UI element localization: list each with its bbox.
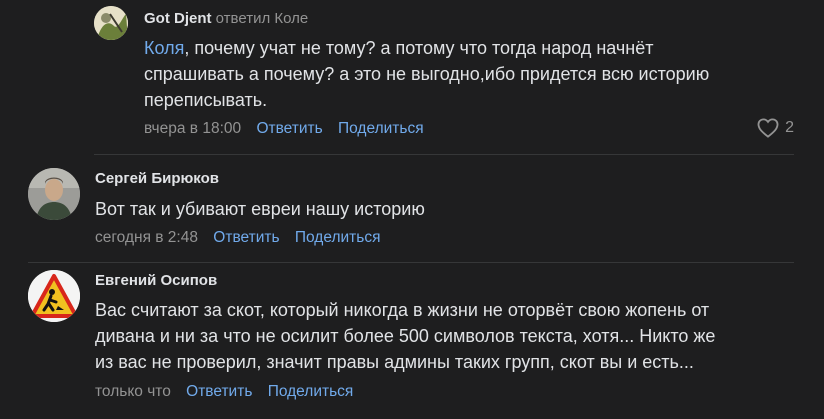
mention-link[interactable]: Коля xyxy=(144,38,184,58)
comment-text: Коля, почему учат не тому? а потому что … xyxy=(144,35,709,113)
comment-timestamp[interactable]: только что xyxy=(95,383,171,400)
comment-meta: только что Ответить Поделиться xyxy=(95,383,353,401)
comment-text-line: спрашивать а почему? а это не выгодно,иб… xyxy=(144,64,710,84)
comment-meta: вчера в 18:00 Ответить Поделиться xyxy=(144,120,424,138)
comment-divider xyxy=(28,262,794,263)
author-name[interactable]: Сергей Бирюков xyxy=(95,170,219,187)
comment-text-line: Вот так и убивают евреи нашу историю xyxy=(95,199,425,219)
author-name[interactable]: Got Djent xyxy=(144,10,212,27)
comment-author[interactable]: Евгений Осипов xyxy=(95,272,217,289)
comment-text-line: Вас считают за скот, который никогда в ж… xyxy=(95,300,710,320)
construction-sign-icon xyxy=(28,270,80,322)
avatar[interactable] xyxy=(28,168,80,220)
reply-button[interactable]: Ответить xyxy=(213,229,279,246)
comment-text: Вот так и убивают евреи нашу историю xyxy=(95,196,425,222)
reply-button[interactable]: Ответить xyxy=(256,120,322,137)
share-button[interactable]: Поделиться xyxy=(338,120,424,137)
comment-timestamp[interactable]: вчера в 18:00 xyxy=(144,120,241,137)
author-name[interactable]: Евгений Осипов xyxy=(95,272,217,289)
heart-icon xyxy=(757,118,779,138)
comment-text-line: , почему учат не тому? а потому что тогд… xyxy=(184,38,654,58)
avatar-image xyxy=(94,6,128,40)
like-count: 2 xyxy=(785,119,794,136)
reply-button[interactable]: Ответить xyxy=(186,383,252,400)
comment-meta: сегодня в 2:48 Ответить Поделиться xyxy=(95,229,380,247)
comment-author[interactable]: Got Djent ответил Коле xyxy=(144,10,308,27)
comments-thread: Got Djent ответил Коле Коля, почему учат… xyxy=(0,0,824,419)
avatar-image xyxy=(28,168,80,220)
comment-author[interactable]: Сергей Бирюков xyxy=(95,170,219,187)
reply-to-label: ответил Коле xyxy=(215,10,309,27)
comment-divider xyxy=(94,154,794,155)
comment-text-line: дивана и ни за что не осилит более 500 с… xyxy=(95,326,716,346)
comment-text-line: из вас не проверил, значит правы админы … xyxy=(95,352,694,372)
share-button[interactable]: Поделиться xyxy=(268,383,354,400)
avatar[interactable] xyxy=(28,270,80,322)
avatar[interactable] xyxy=(94,6,128,40)
comment-timestamp[interactable]: сегодня в 2:48 xyxy=(95,229,198,246)
comment-text-line: переписывать. xyxy=(144,90,268,110)
share-button[interactable]: Поделиться xyxy=(295,229,381,246)
like-button[interactable]: 2 xyxy=(757,118,794,138)
comment-text: Вас считают за скот, который никогда в ж… xyxy=(95,297,715,375)
